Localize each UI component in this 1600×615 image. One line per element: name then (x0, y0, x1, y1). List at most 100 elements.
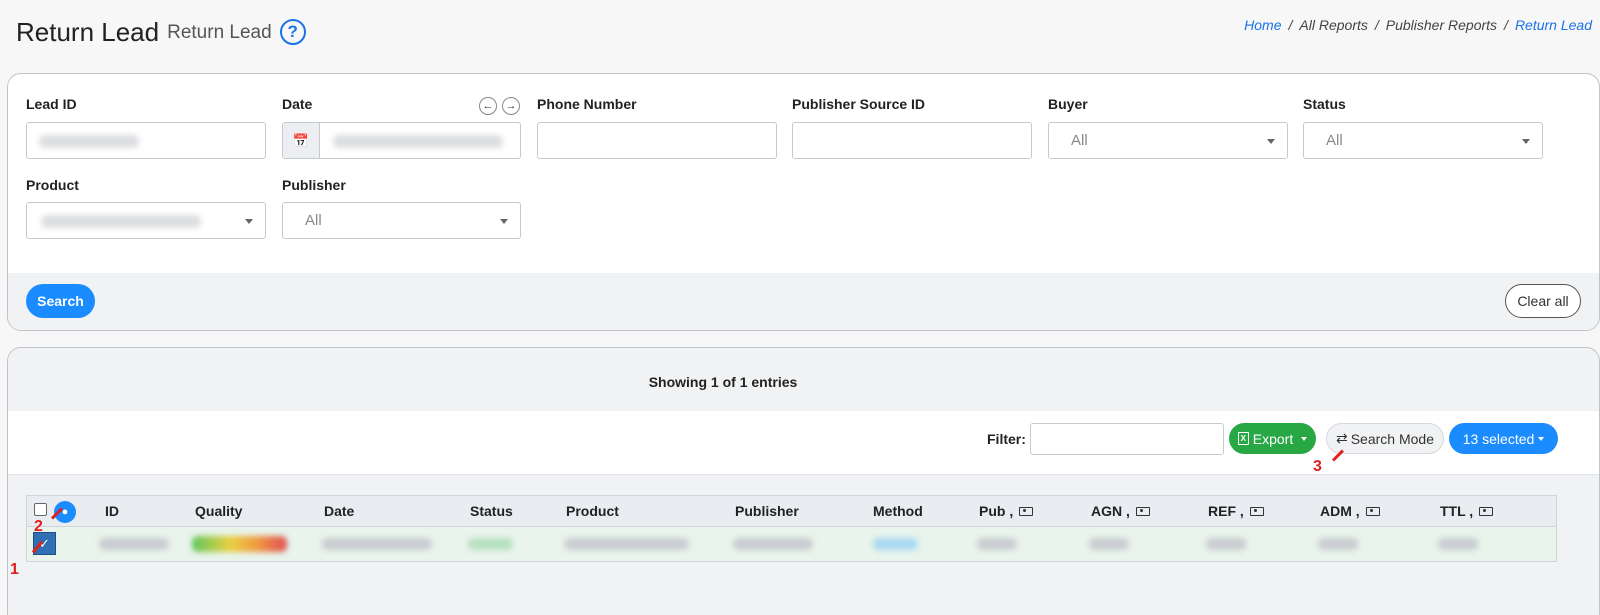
redacted-cell (1318, 538, 1358, 550)
date-label: Date (282, 96, 313, 112)
status-label: Status (1303, 96, 1346, 112)
col-adm-label: ADM , (1320, 503, 1360, 519)
col-pub[interactable]: Pub , (979, 503, 1034, 519)
entries-count: Showing 1 of 1 entries (648, 374, 798, 390)
search-button[interactable]: Search (26, 284, 95, 318)
results-panel: Showing 1 of 1 entries Filter: X Export … (7, 347, 1600, 615)
col-agn[interactable]: AGN , (1091, 503, 1150, 519)
chevron-down-icon (1538, 436, 1545, 441)
columns-select-button[interactable]: 13 selected (1449, 423, 1558, 454)
publisher-select-value: All (305, 212, 322, 229)
buyer-group: Buyer (1048, 96, 1088, 116)
redacted-cell (1089, 538, 1129, 550)
select-all-checkbox[interactable] (34, 503, 47, 516)
status-group: Status (1303, 96, 1346, 116)
phone-group: Phone Number (537, 96, 637, 116)
publisher-source-id-label: Publisher Source ID (792, 96, 926, 112)
date-range-input[interactable]: 📅 (282, 122, 521, 159)
redacted-cell (99, 538, 169, 550)
table-header: ● ID Quality Date Status Product Publish… (27, 496, 1556, 527)
clear-all-button[interactable]: Clear all (1505, 284, 1581, 318)
results-toolbar: Filter: X Export ⇄ Search Mode 13 select… (8, 411, 1599, 475)
redacted-cell (733, 538, 813, 550)
excel-icon: X (1237, 432, 1249, 445)
date-prev-icon[interactable]: ← (479, 97, 497, 115)
redacted-cell (873, 538, 918, 550)
breadcrumb-return-lead[interactable]: Return Lead (1515, 17, 1592, 33)
redacted-cell (1206, 538, 1246, 550)
product-select[interactable] (26, 202, 266, 239)
chevron-down-icon (1522, 139, 1530, 144)
col-product[interactable]: Product (566, 503, 619, 519)
chevron-down-icon (1267, 139, 1275, 144)
col-publisher[interactable]: Publisher (735, 503, 799, 519)
cash-icon (1249, 507, 1264, 516)
col-quality[interactable]: Quality (195, 503, 242, 519)
table-row[interactable]: ✓ (27, 527, 1556, 561)
breadcrumb-separator: / (1374, 17, 1379, 33)
redacted-value (333, 135, 503, 148)
status-select[interactable]: All (1303, 122, 1543, 159)
col-ref[interactable]: REF , (1208, 503, 1264, 519)
col-pub-label: Pub , (979, 503, 1014, 519)
buyer-select-value: All (1071, 132, 1088, 149)
product-group: Product (26, 177, 79, 197)
cash-icon (1365, 507, 1380, 516)
quality-bar (192, 536, 287, 552)
publisher-source-id-input[interactable] (792, 122, 1032, 159)
status-select-value: All (1326, 132, 1343, 149)
col-status[interactable]: Status (470, 503, 513, 519)
col-method[interactable]: Method (873, 503, 923, 519)
results-table: ● ID Quality Date Status Product Publish… (26, 495, 1557, 562)
redacted-value (41, 215, 201, 228)
col-adm[interactable]: ADM , (1320, 503, 1380, 519)
col-ttl[interactable]: TTL , (1440, 503, 1494, 519)
col-agn-label: AGN , (1091, 503, 1130, 519)
redacted-cell (564, 538, 689, 550)
calendar-icon[interactable]: 📅 (283, 123, 320, 158)
col-date[interactable]: Date (324, 503, 354, 519)
publisher-group: Publisher (282, 177, 346, 197)
search-mode-label: Search Mode (1350, 430, 1434, 447)
redacted-cell (468, 538, 513, 550)
search-mode-button[interactable]: ⇄ Search Mode (1326, 423, 1444, 454)
redacted-cell (1438, 538, 1478, 550)
buyer-label: Buyer (1048, 96, 1088, 112)
col-ref-label: REF , (1208, 503, 1244, 519)
breadcrumb-publisher-reports[interactable]: Publisher Reports (1386, 17, 1497, 33)
lead-id-group: Lead ID (26, 96, 77, 116)
cash-icon (1135, 507, 1150, 516)
redacted-cell (322, 538, 432, 550)
chevron-down-icon (500, 219, 508, 224)
help-icon[interactable]: ? (279, 19, 306, 45)
redacted-value (39, 135, 139, 148)
export-button[interactable]: X Export (1229, 423, 1316, 454)
page-header: Return Lead Return Lead ? (16, 14, 306, 50)
chevron-down-icon (1301, 436, 1308, 441)
publisher-source-group: Publisher Source ID (792, 96, 925, 116)
filter-input[interactable] (1030, 423, 1224, 455)
cash-icon (1479, 507, 1494, 516)
lead-id-label: Lead ID (26, 96, 77, 112)
breadcrumb-separator: / (1288, 17, 1293, 33)
breadcrumb-separator: / (1504, 17, 1508, 33)
publisher-select[interactable]: All (282, 202, 521, 239)
phone-number-label: Phone Number (537, 96, 637, 112)
breadcrumb-all-reports[interactable]: All Reports (1299, 17, 1367, 33)
filter-label: Filter: (987, 431, 1026, 447)
columns-select-label: 13 selected (1462, 430, 1535, 447)
annotation-3: 3 (1313, 458, 1322, 475)
breadcrumb: Home / All Reports / Publisher Reports / Retur… (1244, 17, 1592, 33)
filter-panel: Lead ID Date ← → 📅 Phone Number Publishe… (7, 73, 1600, 331)
col-id[interactable]: ID (105, 503, 119, 519)
date-next-icon[interactable]: → (502, 97, 520, 115)
swap-icon: ⇄ (1335, 430, 1348, 446)
annotation-1: 1 (10, 561, 19, 578)
phone-number-input[interactable] (537, 122, 777, 159)
cash-icon (1019, 507, 1034, 516)
date-group: Date (282, 96, 312, 116)
lead-id-input[interactable] (26, 122, 266, 159)
filter-panel-footer: Search Clear all (8, 273, 1599, 330)
buyer-select[interactable]: All (1048, 122, 1288, 159)
breadcrumb-home[interactable]: Home (1244, 17, 1281, 33)
